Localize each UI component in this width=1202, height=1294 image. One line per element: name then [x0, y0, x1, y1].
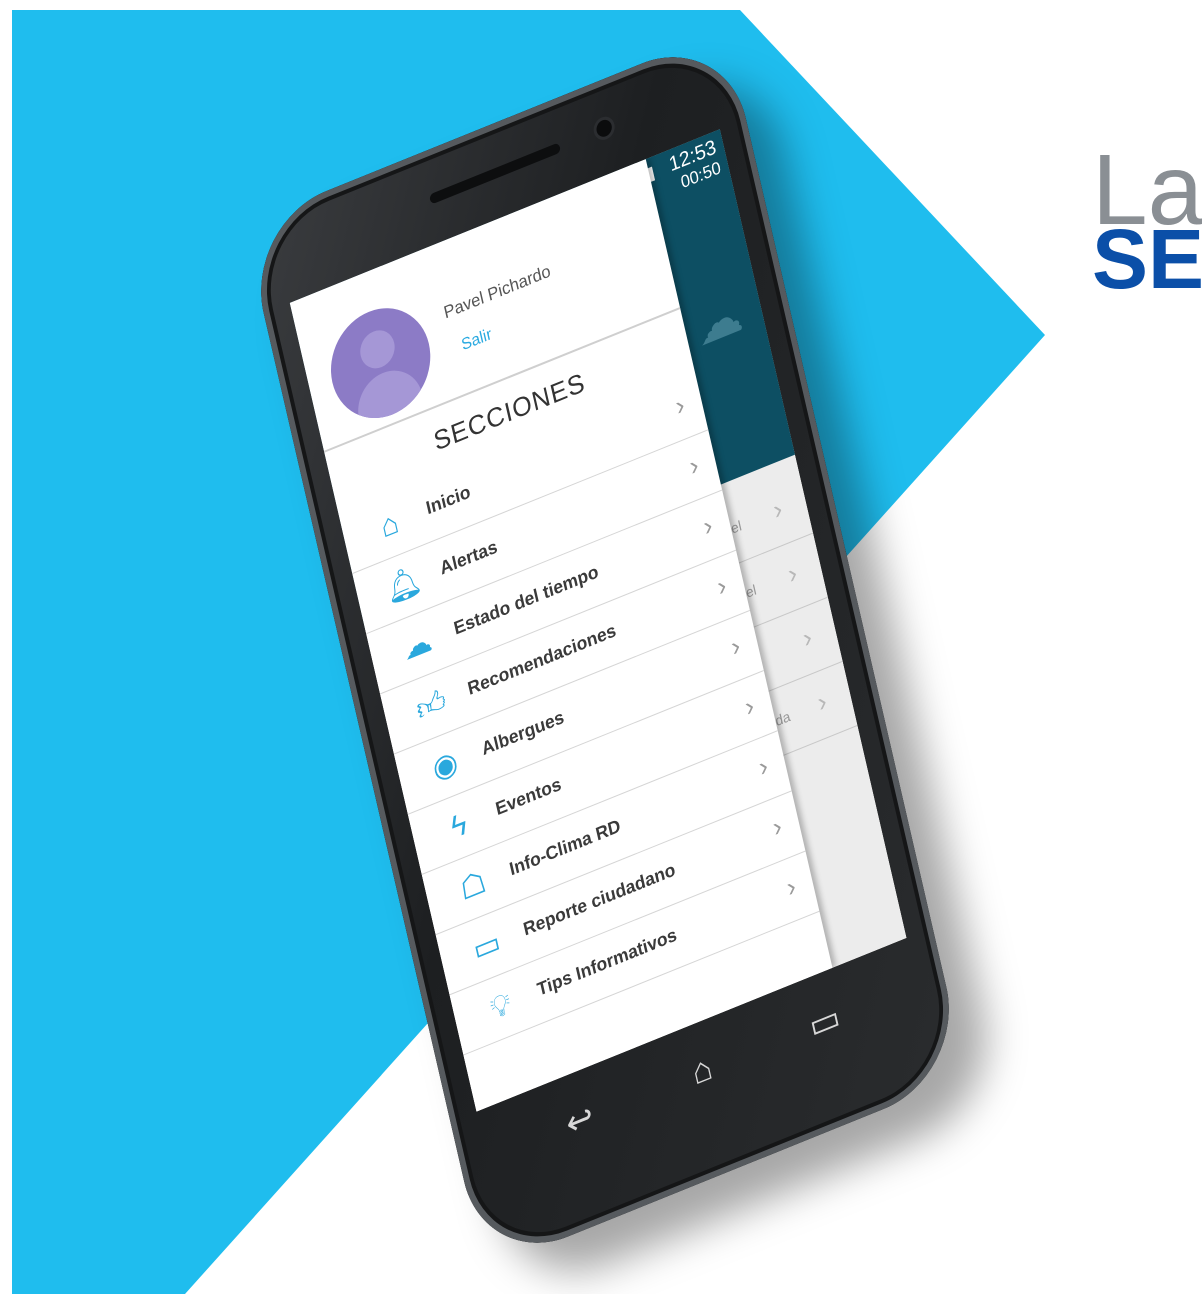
chevron-right-icon: › — [700, 509, 716, 542]
location-pin-icon: ◉ — [429, 744, 462, 787]
back-icon[interactable]: ↩ — [547, 1090, 612, 1152]
drawer-menu-item-label: Albergues — [479, 706, 566, 760]
chevron-right-icon: › — [814, 685, 830, 718]
front-camera — [594, 117, 614, 140]
thumbs-up-icon: 👍︎ — [413, 683, 450, 728]
earpiece-speaker — [428, 142, 562, 205]
brand-logo: La SE — [1092, 140, 1202, 294]
chevron-right-icon: › — [672, 388, 688, 422]
chevron-right-icon: › — [769, 809, 785, 843]
recent-apps-icon[interactable]: ▭ — [792, 991, 857, 1053]
brand-line2: SE — [1092, 212, 1202, 294]
lightbulb-icon: 💡︎ — [487, 986, 515, 1027]
profile-name: Pavel Pichardo — [441, 261, 553, 323]
cloud-rain-icon: ☁ — [399, 623, 436, 668]
chevron-right-icon: › — [799, 620, 815, 654]
chevron-right-icon: › — [714, 569, 730, 603]
avatar-head — [356, 324, 399, 374]
avatar[interactable] — [320, 292, 441, 434]
chevron-right-icon: › — [755, 749, 771, 783]
bell-icon: 🔔︎ — [382, 561, 425, 609]
chevron-right-icon: › — [741, 689, 757, 723]
chevron-right-icon: › — [784, 556, 800, 590]
home-button-icon[interactable]: ⌂ — [670, 1040, 735, 1102]
video-camera-icon: ▭ — [469, 924, 504, 968]
drawer-menu-item-label: Eventos — [493, 773, 564, 820]
drawer-menu-item-label: Inicio — [424, 481, 473, 519]
avatar-body — [351, 360, 426, 434]
chevron-right-icon: › — [770, 492, 786, 526]
chevron-right-icon: › — [686, 448, 702, 482]
drawer-menu-item-label: Alertas — [438, 536, 500, 579]
chevron-right-icon: › — [728, 629, 743, 663]
lightning-icon: ϟ — [447, 806, 471, 846]
weather-station-icon: ☖ — [456, 864, 490, 908]
cloud-icon: ☁ — [690, 286, 748, 358]
home-icon: ⌂ — [377, 505, 402, 545]
chevron-right-icon: › — [783, 870, 799, 903]
logout-link[interactable]: Salir — [460, 326, 494, 356]
